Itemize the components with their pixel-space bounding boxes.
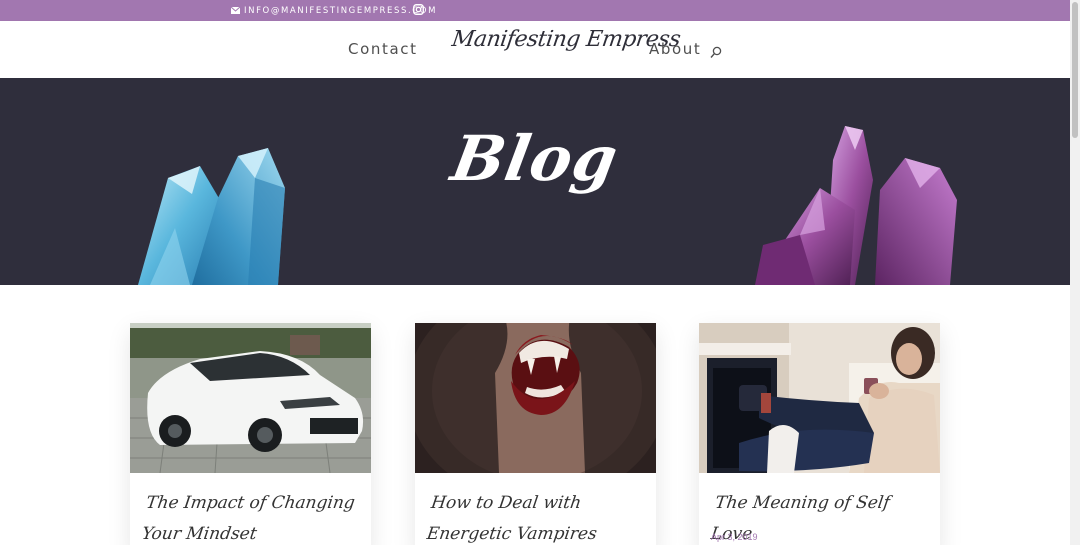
- post-title[interactable]: The Impact of Changing Your Mindset: [140, 488, 364, 545]
- amethyst-crystal-image: [755, 126, 957, 285]
- post-thumbnail-vampire[interactable]: [415, 323, 656, 473]
- post-thumbnail-car[interactable]: [130, 323, 371, 473]
- blog-hero-banner: Blog: [0, 78, 1070, 285]
- scrollbar-thumb[interactable]: [1072, 2, 1078, 138]
- post-date: Apr 3, 2019: [711, 532, 758, 542]
- blog-post-card: How to Deal with Energetic Vampires: [415, 323, 656, 545]
- email-link[interactable]: INFO@MANIFESTINGEMPRESS.COM: [231, 4, 437, 17]
- nav-about-link[interactable]: About: [649, 40, 701, 58]
- post-thumbnail-self-love[interactable]: [699, 323, 940, 473]
- post-title[interactable]: How to Deal with Energetic Vampires: [425, 488, 649, 545]
- instagram-icon[interactable]: [413, 4, 424, 15]
- blog-post-card: The Impact of Changing Your Mindset: [130, 323, 371, 545]
- blog-post-card: The Meaning of Self Love Apr 3, 2019: [699, 323, 940, 545]
- page-scrollbar[interactable]: [1070, 0, 1080, 545]
- envelope-icon: [231, 7, 240, 14]
- nav-contact-link[interactable]: Contact: [348, 40, 418, 58]
- top-bar: INFO@MANIFESTINGEMPRESS.COM: [0, 0, 1070, 21]
- site-logo[interactable]: Manifesting Empress: [450, 27, 682, 52]
- search-icon[interactable]: [710, 46, 722, 60]
- main-header: Contact Manifesting Empress About: [0, 21, 1070, 78]
- email-text: INFO@MANIFESTINGEMPRESS.COM: [244, 5, 438, 16]
